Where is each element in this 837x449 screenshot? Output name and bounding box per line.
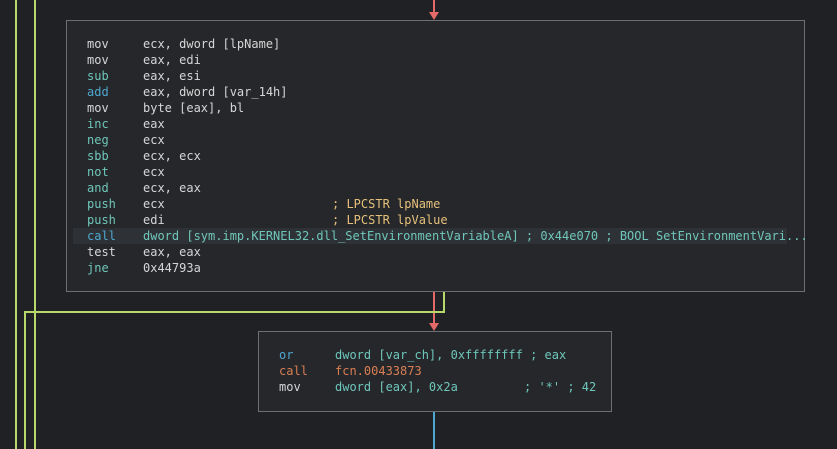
instruction-line[interactable]: test eax, eax: [73, 244, 787, 260]
instruction-line[interactable]: inc eax: [73, 116, 787, 132]
basic-block-1[interactable]: mov ecx, dword [lpName] mov eax, edi sub eax,…: [66, 20, 808, 292]
instruction-operand: ecx, eax: [143, 181, 201, 195]
edge-block1-true-down: [24, 311, 26, 449]
instruction-operand: byte [eax], bl: [143, 101, 245, 115]
instruction-mnemonic: mov: [87, 101, 109, 115]
instruction-line[interactable]: mov byte [eax], bl: [73, 100, 787, 116]
instruction-operand: dword [sym.imp.KERNEL32.dll_SetEnvironme…: [143, 229, 808, 243]
instruction-mnemonic: sub: [87, 69, 109, 83]
instruction-line[interactable]: push edi ; LPCSTR lpValue: [73, 212, 787, 228]
instruction-line[interactable]: add eax, dword [var_14h]: [73, 84, 787, 100]
edge-block1-false: [433, 291, 435, 323]
edge-block2-out: [433, 411, 435, 449]
instruction-comment: ; '*' ; 42: [524, 380, 597, 394]
instruction-line[interactable]: mov dword [eax], 0x2a ; '*' ; 42: [265, 379, 597, 395]
instruction-mnemonic: inc: [87, 117, 109, 131]
edge-arrow-head-block2: [429, 323, 439, 331]
instruction-line[interactable]: mov ecx, dword [lpName]: [73, 36, 787, 52]
instruction-operand: ecx: [143, 133, 165, 147]
instruction-mnemonic: not: [87, 165, 109, 179]
instruction-line[interactable]: sbb ecx, ecx: [73, 148, 787, 164]
instruction-operand: eax, dword [var_14h]: [143, 85, 288, 99]
instruction-operand: ecx: [143, 197, 165, 211]
instruction-line[interactable]: sub eax, esi: [73, 68, 787, 84]
instruction-mnemonic: and: [87, 181, 109, 195]
instruction-operand: ecx, ecx: [143, 149, 201, 163]
instruction-mnemonic: or: [279, 348, 294, 362]
instruction-line[interactable]: call dword [sym.imp.KERNEL32.dll_SetEnvir…: [73, 228, 808, 244]
instruction-mnemonic: call: [279, 364, 308, 378]
instruction-comment: ; LPCSTR lpName: [332, 197, 441, 211]
instruction-line[interactable]: jne 0x44793a: [73, 260, 787, 276]
instruction-mnemonic: jne: [87, 261, 109, 275]
instruction-operand: 0x44793a: [143, 261, 201, 275]
instruction-mnemonic: add: [87, 85, 109, 99]
instruction-line[interactable]: and ecx, eax: [73, 180, 787, 196]
instruction-operand: edi: [143, 213, 165, 227]
instruction-operand: eax: [143, 117, 165, 131]
instruction-line[interactable]: call fcn.00433873: [265, 363, 595, 379]
edge-arrow-head-top: [429, 12, 439, 20]
instruction-mnemonic: test: [87, 245, 116, 259]
instruction-line[interactable]: push ecx ; LPCSTR lpName: [73, 196, 787, 212]
instruction-operand: dword [var_ch], 0xffffffff ; eax: [335, 348, 567, 362]
instruction-operand: ecx, dword [lpName]: [143, 37, 281, 51]
instruction-mnemonic: mov: [279, 380, 301, 394]
instruction-mnemonic: push: [87, 213, 116, 227]
instruction-operand: eax, edi: [143, 53, 201, 67]
edge-left-outer: [15, 0, 17, 449]
instruction-operand: fcn.00433873: [335, 364, 422, 378]
instruction-comment: ; LPCSTR lpValue: [332, 213, 448, 227]
instruction-line[interactable]: mov eax, edi: [73, 52, 787, 68]
instruction-mnemonic: sbb: [87, 149, 109, 163]
instruction-operand: eax, eax: [143, 245, 201, 259]
instruction-mnemonic: push: [87, 197, 116, 211]
instruction-line[interactable]: not ecx: [73, 164, 787, 180]
instruction-mnemonic: mov: [87, 53, 109, 67]
instruction-mnemonic: mov: [87, 37, 109, 51]
edge-block1-true-horizontal: [24, 311, 445, 313]
instruction-mnemonic: call: [87, 229, 116, 243]
edge-into-block1: [433, 0, 435, 12]
instruction-operand: dword [eax], 0x2a: [335, 380, 458, 394]
instruction-line[interactable]: or dword [var_ch], 0xffffffff ; eax: [265, 347, 595, 363]
edge-left-inner: [34, 0, 36, 449]
instruction-operand: eax, esi: [143, 69, 201, 83]
basic-block-2[interactable]: or dword [var_ch], 0xffffffff ; eax call fc…: [258, 331, 612, 412]
instruction-operand: ecx: [143, 165, 165, 179]
edge-block1-true-vertical: [443, 291, 445, 312]
instruction-mnemonic: neg: [87, 133, 109, 147]
instruction-line[interactable]: neg ecx: [73, 132, 787, 148]
